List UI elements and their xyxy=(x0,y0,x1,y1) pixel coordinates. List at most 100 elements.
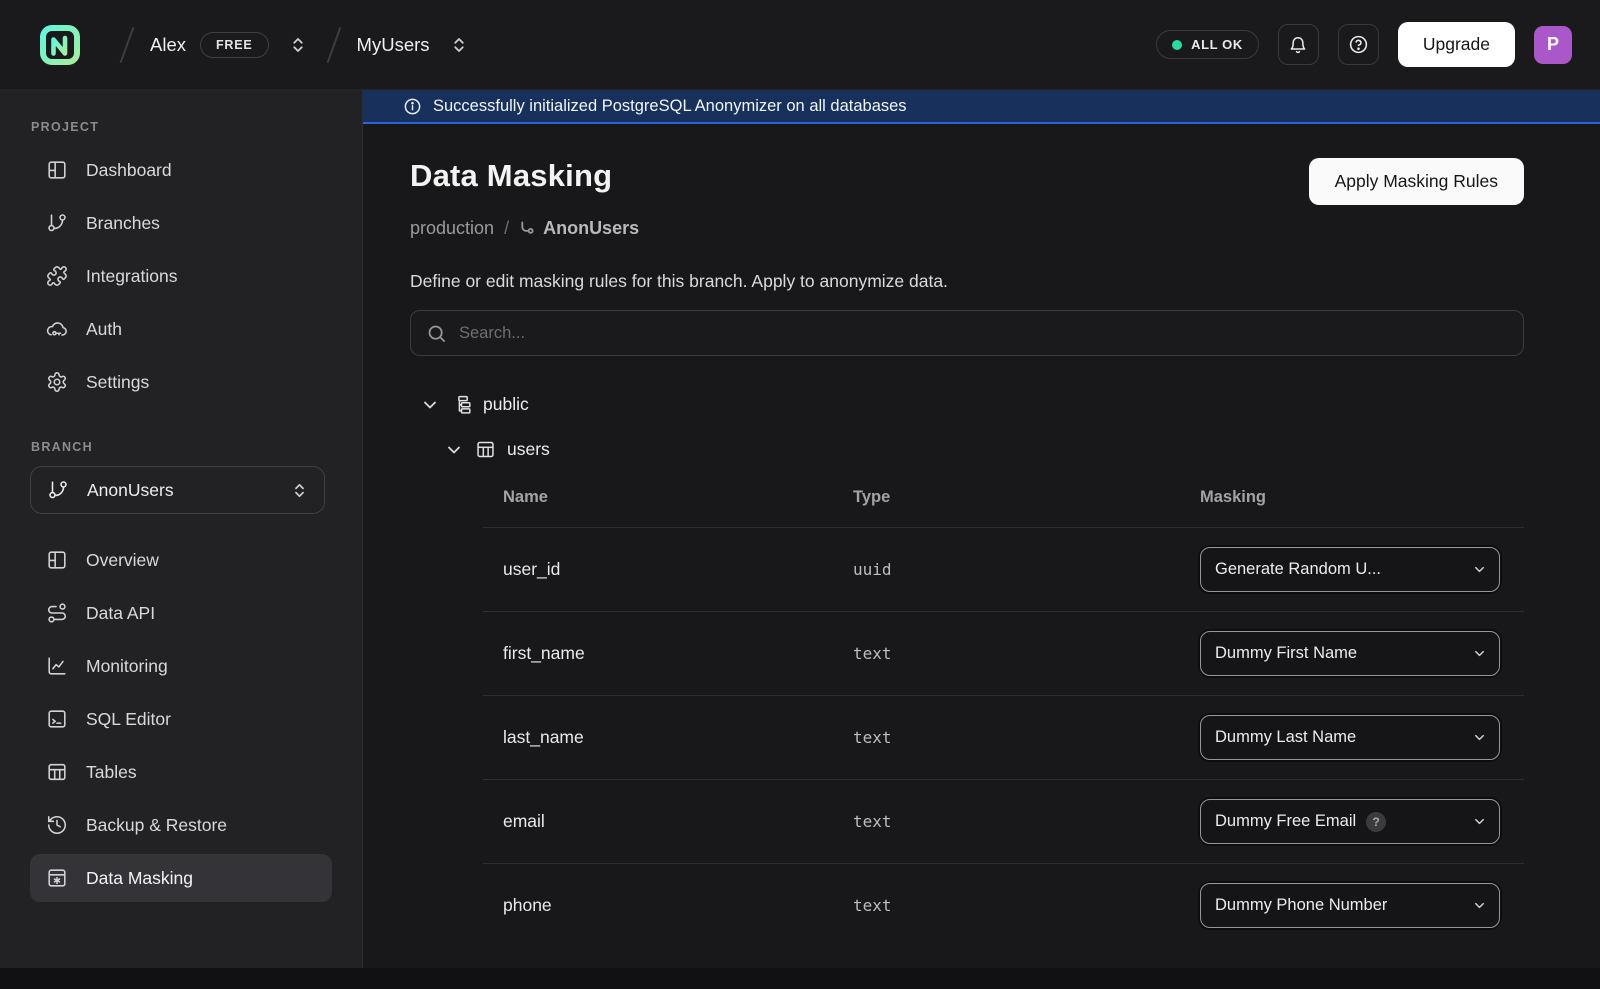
sidebar-item-label: Settings xyxy=(86,372,149,393)
org-breadcrumb: Alex FREE xyxy=(150,32,311,58)
help-badge[interactable]: ? xyxy=(1366,812,1386,832)
breadcrumb-slash xyxy=(326,26,341,62)
sidebar-item-data-masking[interactable]: Data Masking xyxy=(30,854,332,902)
search-icon xyxy=(426,323,447,344)
table-row: phone text Dummy Phone Number ? xyxy=(483,863,1524,947)
tree-node-table[interactable]: users xyxy=(410,439,1524,460)
masking-rule-value: Dummy Free Email xyxy=(1215,812,1356,831)
search-input[interactable] xyxy=(459,324,1508,343)
sidebar-item-data-api[interactable]: Data API xyxy=(30,589,332,637)
masking-rules-table: Name Type Masking user_id uuid Generate xyxy=(483,488,1524,947)
org-switcher-button[interactable] xyxy=(285,32,311,58)
plan-badge: FREE xyxy=(200,32,269,58)
table-row: user_id uuid Generate Random U... ? xyxy=(483,527,1524,611)
breadcrumb-parent-branch[interactable]: production xyxy=(410,218,494,239)
chevrons-up-down-icon xyxy=(291,482,308,499)
masking-rule-value: Dummy First Name xyxy=(1215,644,1357,663)
notifications-button[interactable] xyxy=(1278,24,1319,65)
branch-selector[interactable]: AnonUsers xyxy=(30,466,325,514)
branch-icon xyxy=(46,212,68,234)
column-name-cell: last_name xyxy=(503,727,853,748)
masking-rule-select[interactable]: Generate Random U... ? xyxy=(1200,547,1500,592)
sidebar-item-label: Auth xyxy=(86,319,122,340)
masking-rule-select[interactable]: Dummy Last Name ? xyxy=(1200,715,1500,760)
masking-rule-select[interactable]: Dummy Free Email ? xyxy=(1200,799,1500,844)
schema-name: public xyxy=(483,394,529,415)
overview-icon xyxy=(46,549,68,571)
column-type-cell: text xyxy=(853,644,1200,663)
help-icon xyxy=(1348,34,1369,55)
branch-selector-value: AnonUsers xyxy=(87,480,174,501)
sidebar-item-integrations[interactable]: Integrations xyxy=(30,252,332,300)
column-type-cell: text xyxy=(853,896,1200,915)
sidebar-item-label: SQL Editor xyxy=(86,709,171,730)
column-header-masking: Masking xyxy=(1200,488,1524,507)
sidebar-item-monitoring[interactable]: Monitoring xyxy=(30,642,332,690)
sidebar-item-dashboard[interactable]: Dashboard xyxy=(30,146,332,194)
page-description: Define or edit masking rules for this br… xyxy=(410,271,1524,292)
sidebar-item-backup-restore[interactable]: Backup & Restore xyxy=(30,801,332,849)
breadcrumb-current-branch[interactable]: AnonUsers xyxy=(519,218,639,239)
cloud-key-icon xyxy=(46,318,68,340)
sidebar-item-settings[interactable]: Settings xyxy=(30,358,332,406)
breadcrumb: production / AnonUsers xyxy=(410,218,1524,239)
info-icon xyxy=(403,97,422,116)
apply-masking-rules-button[interactable]: Apply Masking Rules xyxy=(1309,158,1524,205)
breadcrumb-separator: / xyxy=(504,218,509,239)
table-name: users xyxy=(507,439,550,460)
sidebar-item-branches[interactable]: Branches xyxy=(30,199,332,247)
help-button[interactable] xyxy=(1338,24,1379,65)
column-name-cell: email xyxy=(503,811,853,832)
column-name-cell: user_id xyxy=(503,559,853,580)
breadcrumb-slash xyxy=(120,26,135,62)
project-name[interactable]: MyUsers xyxy=(357,34,430,56)
terminal-icon xyxy=(46,708,68,730)
page-title: Data Masking xyxy=(410,158,612,194)
sidebar-item-tables[interactable]: Tables xyxy=(30,748,332,796)
neon-logo-icon[interactable] xyxy=(36,21,84,69)
upgrade-button[interactable]: Upgrade xyxy=(1398,22,1515,67)
puzzle-icon xyxy=(46,265,68,287)
banner-message: Successfully initialized PostgreSQL Anon… xyxy=(433,97,907,116)
sidebar-item-overview[interactable]: Overview xyxy=(30,536,332,584)
sidebar-item-label: Monitoring xyxy=(86,656,168,677)
sidebar-item-auth[interactable]: Auth xyxy=(30,305,332,353)
search-box xyxy=(410,310,1524,356)
route-icon xyxy=(46,602,68,624)
project-switcher-button[interactable] xyxy=(446,32,472,58)
sidebar: PROJECT Dashboard Branches Integrations … xyxy=(0,90,363,989)
breadcrumb-current-label: AnonUsers xyxy=(543,218,639,239)
table-body: user_id uuid Generate Random U... ? xyxy=(483,527,1524,947)
user-avatar[interactable]: P xyxy=(1534,26,1572,64)
table-icon xyxy=(475,439,496,460)
branch-nav: Overview Data API Monitoring SQL Editor … xyxy=(0,536,362,902)
sidebar-item-label: Integrations xyxy=(86,266,177,287)
project-nav: Dashboard Branches Integrations Auth Set… xyxy=(0,146,362,406)
column-name-cell: first_name xyxy=(503,643,853,664)
column-type-cell: text xyxy=(853,728,1200,747)
chevron-down-icon xyxy=(1472,730,1487,745)
child-branch-icon xyxy=(519,220,536,237)
branch-icon xyxy=(47,479,69,501)
masking-rule-select[interactable]: Dummy Phone Number ? xyxy=(1200,883,1500,928)
chevron-down-icon[interactable] xyxy=(420,395,440,415)
system-status-pill[interactable]: ALL OK xyxy=(1156,30,1259,59)
sidebar-item-label: Data API xyxy=(86,603,155,624)
chevron-down-icon xyxy=(1472,646,1487,661)
masking-rule-select[interactable]: Dummy First Name ? xyxy=(1200,631,1500,676)
org-name[interactable]: Alex xyxy=(150,34,186,56)
schema-tree: public users xyxy=(410,394,1524,460)
table-icon xyxy=(46,761,68,783)
sidebar-item-label: Dashboard xyxy=(86,160,172,181)
sidebar-item-sql-editor[interactable]: SQL Editor xyxy=(30,695,332,743)
chevron-down-icon xyxy=(1472,898,1487,913)
chevron-down-icon[interactable] xyxy=(444,440,464,460)
column-header-type: Type xyxy=(853,488,1200,507)
table-row: last_name text Dummy Last Name ? xyxy=(483,695,1524,779)
chart-icon xyxy=(46,655,68,677)
mask-window-icon xyxy=(46,867,68,889)
sidebar-item-label: Backup & Restore xyxy=(86,815,227,836)
table-row: email text Dummy Free Email ? xyxy=(483,779,1524,863)
tree-node-schema[interactable]: public xyxy=(410,394,1524,415)
status-dot-icon xyxy=(1172,40,1182,50)
